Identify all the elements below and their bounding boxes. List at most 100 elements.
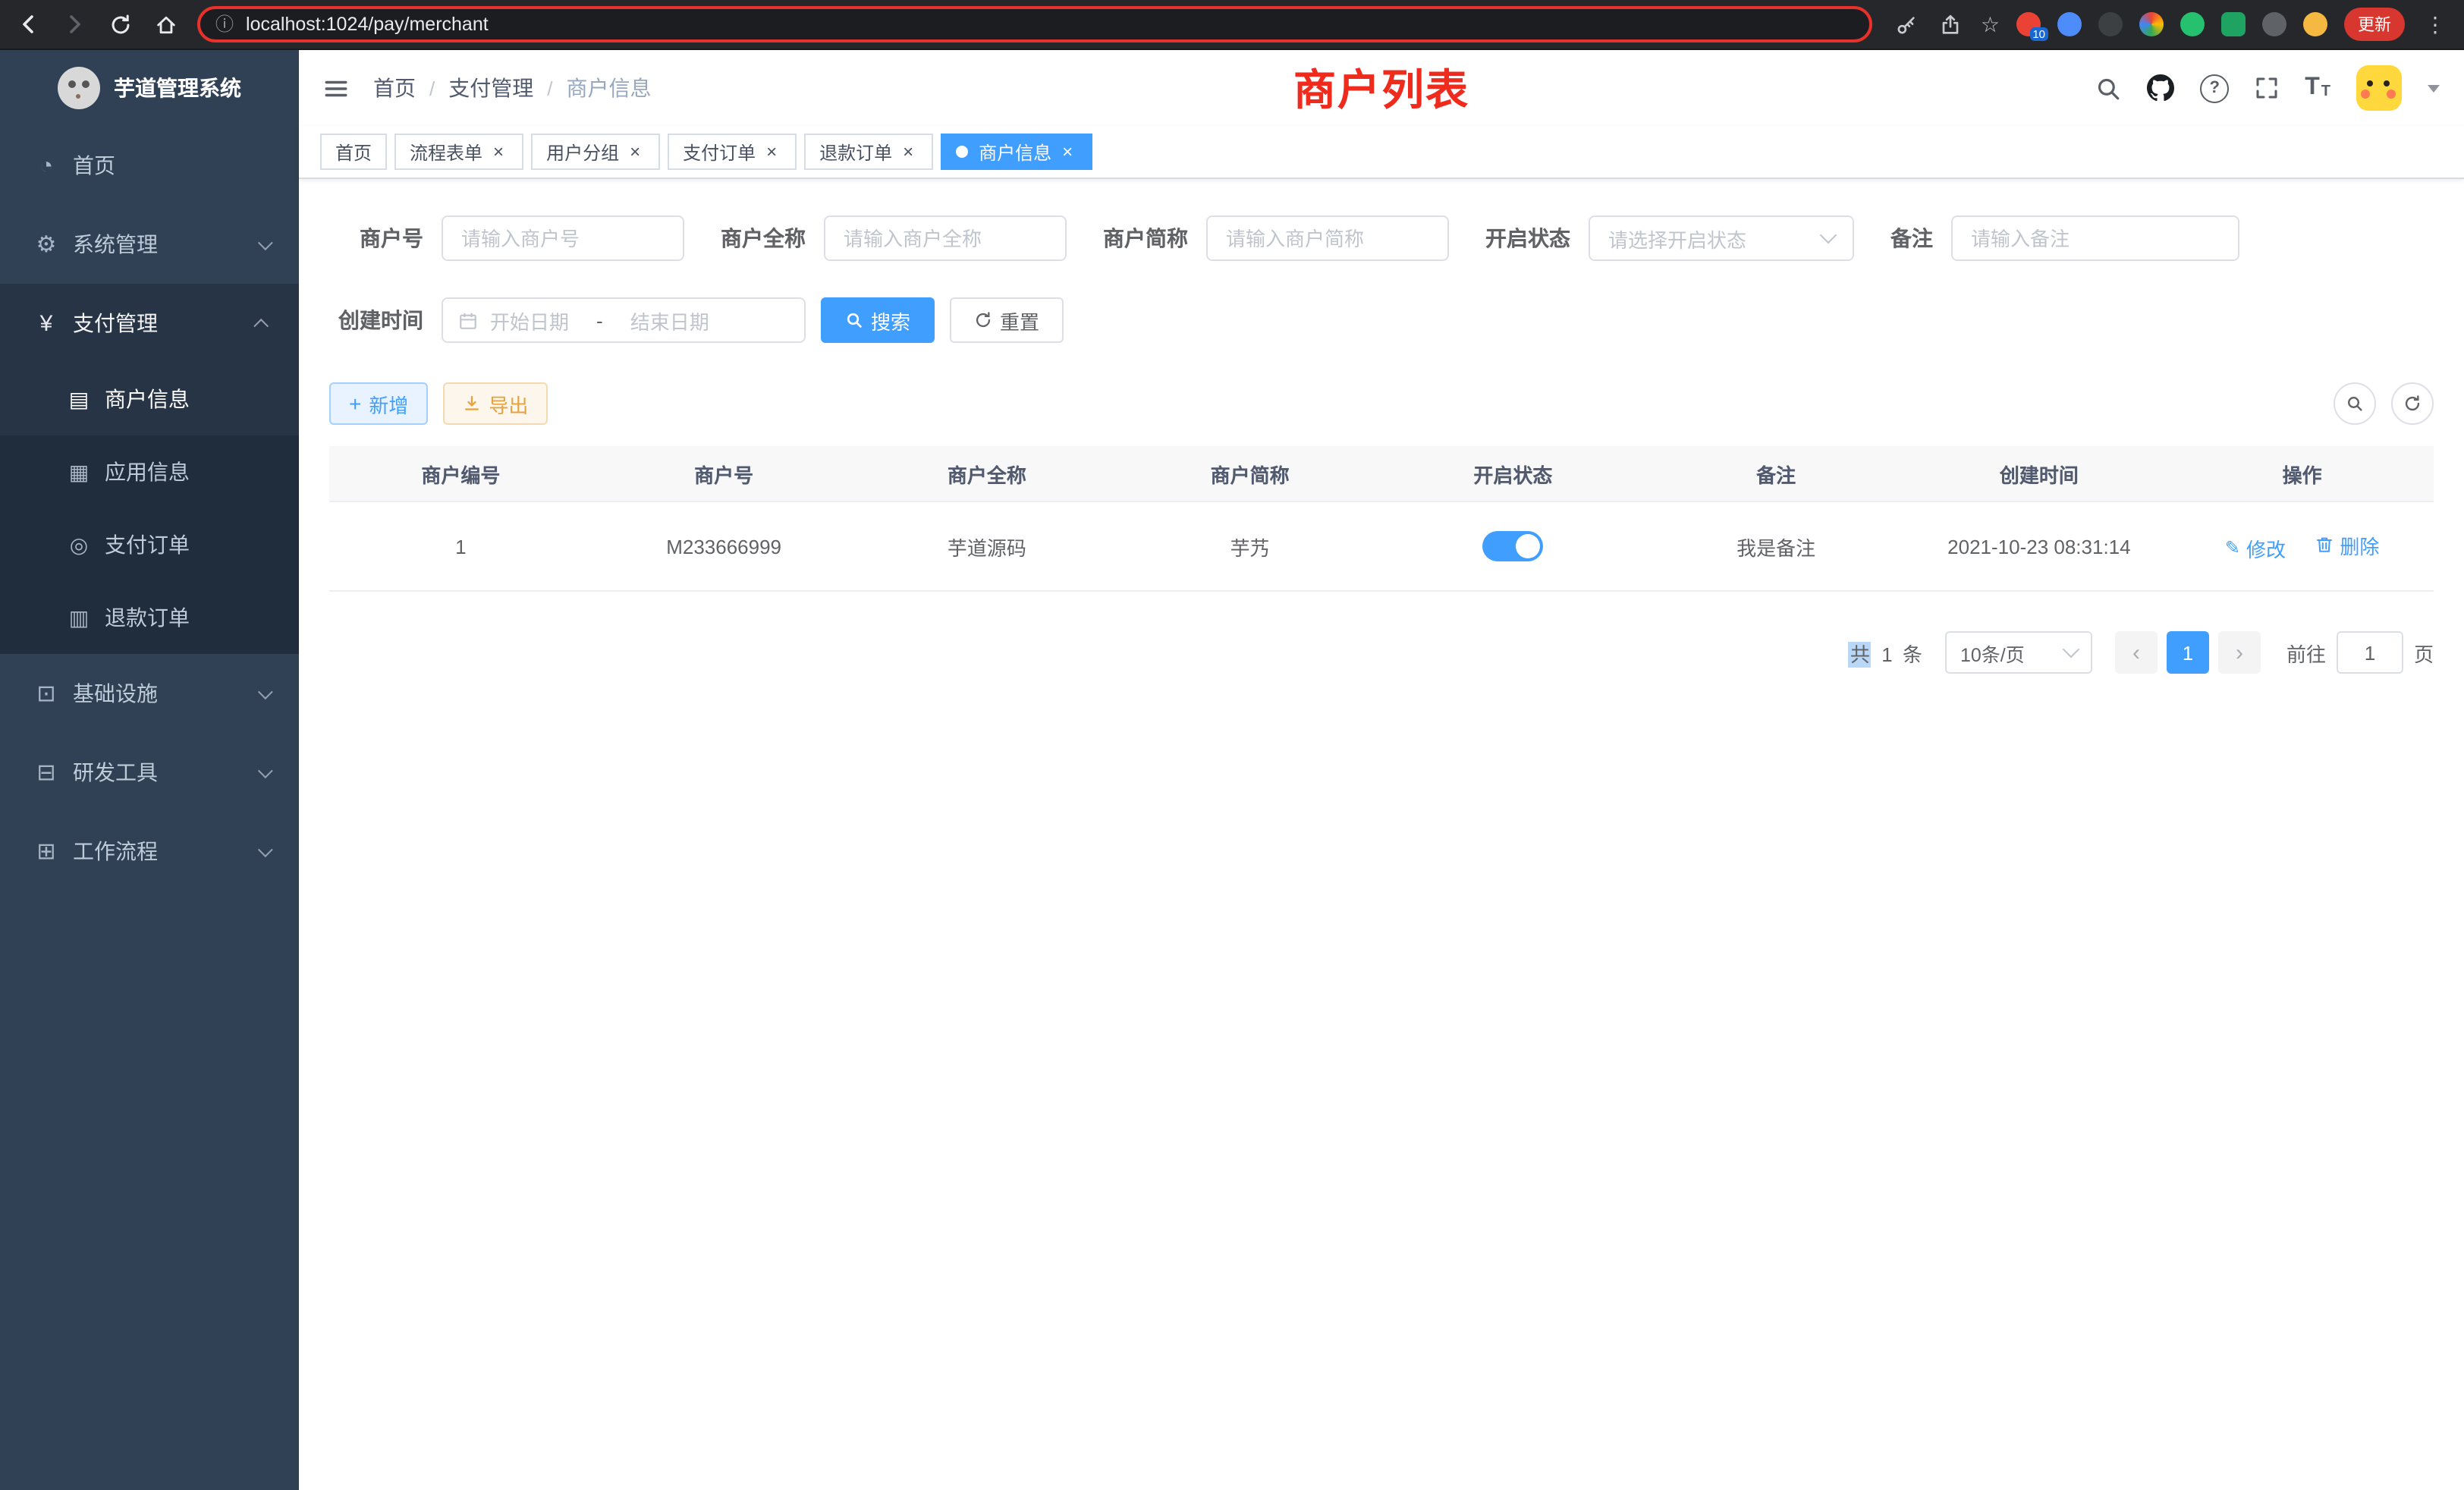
delete-link-label: 删除 <box>2340 530 2379 559</box>
create-time-range-picker[interactable]: 开始日期 - 结束日期 <box>442 297 806 343</box>
tab-refund-order[interactable]: 退款订单 × <box>804 134 933 170</box>
font-size-icon[interactable]: TT <box>2305 76 2330 100</box>
sidebar-item-label: 应用信息 <box>105 457 190 487</box>
forward-button[interactable] <box>61 11 88 38</box>
user-avatar[interactable] <box>2356 65 2402 111</box>
remark-input[interactable] <box>1951 215 2239 261</box>
navbar-right: ? TT <box>2095 65 2440 111</box>
next-page-button[interactable]: › <box>2218 631 2261 674</box>
address-bar[interactable]: ⓘ localhost:1024/pay/merchant <box>197 6 1872 42</box>
password-key-icon[interactable] <box>1893 11 1920 38</box>
chevron-down-icon <box>258 841 273 857</box>
breadcrumb-home[interactable]: 首页 <box>373 73 416 103</box>
app-logo[interactable]: 芋道管理系统 <box>0 50 299 126</box>
sidebar-group-payment: ¥ 支付管理 ▤ 商户信息 ▦ 应用信息 ◎ 支付订单 ▥ <box>0 284 299 654</box>
close-icon[interactable]: × <box>625 142 645 162</box>
tab-home[interactable]: 首页 <box>320 134 387 170</box>
hamburger-icon[interactable] <box>323 75 349 101</box>
extension-icon[interactable] <box>2221 12 2246 36</box>
extension-icon[interactable] <box>2057 12 2082 36</box>
goto-page-input[interactable] <box>2337 631 2403 674</box>
cell-full-name: 芋道源码 <box>856 501 1119 591</box>
fullscreen-icon[interactable] <box>2255 76 2279 100</box>
toggle-search-button[interactable] <box>2334 382 2376 425</box>
breadcrumb-payment[interactable]: 支付管理 <box>448 73 533 103</box>
status-toggle[interactable] <box>1482 531 1543 561</box>
sidebar-item-payment[interactable]: ¥ 支付管理 <box>0 284 299 363</box>
export-button[interactable]: 导出 <box>443 382 548 425</box>
chevron-up-icon <box>253 318 269 333</box>
tab-merchant-info[interactable]: 商户信息 × <box>941 134 1092 170</box>
pagination-goto: 前往 页 <box>2286 631 2434 674</box>
merchant-table: 商户编号 商户号 商户全称 商户简称 开启状态 备注 创建时间 操作 1 <box>329 446 2434 592</box>
status-select[interactable]: 请选择开启状态 <box>1589 215 1854 261</box>
sidebar-item-refund-order[interactable]: ▥ 退款订单 <box>0 581 299 654</box>
extension-icon[interactable]: 10 <box>2016 12 2041 36</box>
site-info-icon[interactable]: ⓘ <box>215 15 234 33</box>
prev-page-button[interactable]: ‹ <box>2115 631 2158 674</box>
search-icon[interactable] <box>2095 75 2121 101</box>
extension-icon[interactable] <box>2262 12 2286 36</box>
home-button[interactable] <box>152 11 179 38</box>
extension-icon[interactable] <box>2098 12 2123 36</box>
date-start-placeholder: 开始日期 <box>490 306 569 335</box>
close-icon[interactable]: × <box>1058 142 1077 162</box>
reset-button[interactable]: 重置 <box>950 297 1064 343</box>
github-icon[interactable] <box>2147 74 2174 102</box>
refresh-table-button[interactable] <box>2391 382 2434 425</box>
date-separator: - <box>596 309 603 332</box>
close-icon[interactable]: × <box>898 142 918 162</box>
browser-menu-icon[interactable]: ⋮ <box>2422 11 2449 37</box>
tab-user-group[interactable]: 用户分组 × <box>531 134 660 170</box>
current-page-button[interactable]: 1 <box>2167 631 2209 674</box>
toolbar-right <box>2334 382 2434 425</box>
sidebar-item-workflow[interactable]: ⊞ 工作流程 <box>0 812 299 891</box>
sidebar-item-label: 退款订单 <box>105 602 190 633</box>
cell-operations: ✎ 修改 删除 <box>2170 501 2434 591</box>
extension-icon[interactable] <box>2180 12 2205 36</box>
help-icon[interactable]: ? <box>2200 74 2229 102</box>
yen-icon: ¥ <box>33 310 59 336</box>
share-icon[interactable] <box>1937 11 1964 38</box>
caret-down-icon[interactable] <box>2428 84 2440 92</box>
full-name-input[interactable] <box>824 215 1067 261</box>
cell-short-name: 芋艿 <box>1118 501 1381 591</box>
sidebar-item-merchant-info[interactable]: ▤ 商户信息 <box>0 363 299 435</box>
close-icon[interactable]: × <box>489 142 508 162</box>
edit-link[interactable]: ✎ 修改 <box>2225 533 2286 562</box>
close-icon[interactable]: × <box>762 142 781 162</box>
tab-process-form[interactable]: 流程表单 × <box>394 134 523 170</box>
page-size-value: 10条/页 <box>1960 638 2025 667</box>
main-area: 首页 / 支付管理 / 商户信息 商户列表 ? <box>299 50 2464 1490</box>
tab-label: 流程表单 <box>410 139 482 165</box>
reset-button-label: 重置 <box>1000 306 1039 335</box>
breadcrumb: 首页 / 支付管理 / 商户信息 <box>373 73 652 103</box>
cell-status <box>1381 501 1645 591</box>
sidebar-item-home[interactable]: ◔ 首页 <box>0 126 299 205</box>
add-button[interactable]: + 新增 <box>329 382 428 425</box>
sidebar-item-devtools[interactable]: ⊟ 研发工具 <box>0 733 299 812</box>
breadcrumb-current: 商户信息 <box>567 73 652 103</box>
sidebar-item-pay-order[interactable]: ◎ 支付订单 <box>0 508 299 581</box>
page-size-select[interactable]: 10条/页 <box>1945 631 2092 674</box>
search-button[interactable]: 搜索 <box>821 297 935 343</box>
merchant-no-input[interactable] <box>442 215 684 261</box>
delete-link[interactable]: 删除 <box>2315 530 2379 559</box>
profile-avatar-icon[interactable] <box>2303 12 2327 36</box>
short-name-input[interactable] <box>1206 215 1449 261</box>
dashboard-icon: ◔ <box>33 152 59 178</box>
plus-icon: + <box>349 393 361 414</box>
table-row: 1 M233666999 芋道源码 芋艿 我是备注 2021-10-23 08:… <box>329 501 2434 591</box>
extension-icon[interactable] <box>2139 12 2164 36</box>
font-large-glyph: T <box>2305 76 2320 100</box>
sidebar-item-infrastructure[interactable]: ⊡ 基础设施 <box>0 654 299 733</box>
sidebar-item-label: 系统管理 <box>73 229 158 259</box>
sidebar-item-system[interactable]: ⚙ 系统管理 <box>0 205 299 284</box>
bookmark-star-icon[interactable]: ☆ <box>1981 14 2000 35</box>
sidebar-item-app-info[interactable]: ▦ 应用信息 <box>0 435 299 508</box>
back-button[interactable] <box>15 11 42 38</box>
reload-button[interactable] <box>106 11 134 38</box>
goto-suffix: 页 <box>2414 638 2434 667</box>
update-button[interactable]: 更新 <box>2344 8 2405 41</box>
tab-pay-order[interactable]: 支付订单 × <box>668 134 797 170</box>
